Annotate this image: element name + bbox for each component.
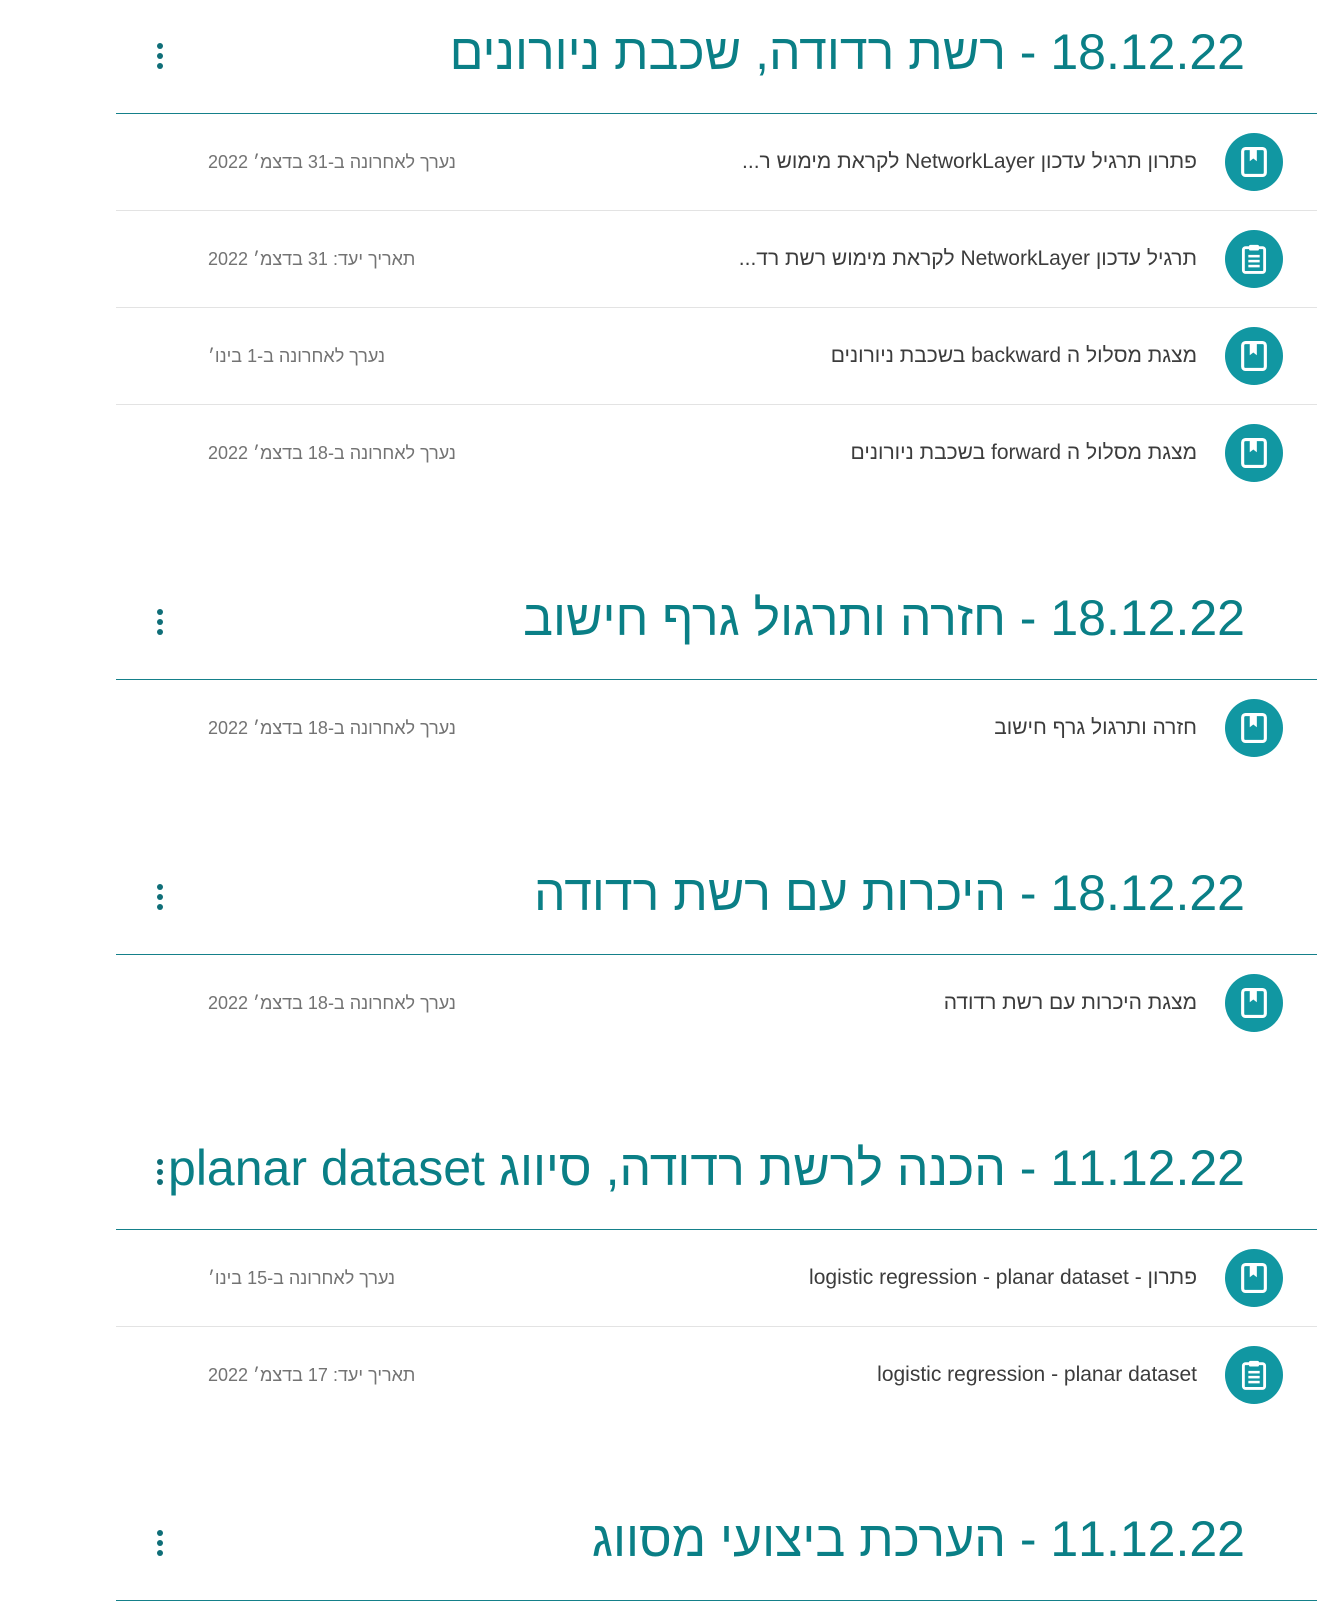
item-title[interactable]: תרגיל עדכון NetworkLayer לקראת מימוש רשת… xyxy=(739,244,1197,274)
topic-header: 18.12.22 - היכרות עם רשת רדודה xyxy=(116,841,1317,955)
classwork-item[interactable]: פתרון תרגיל עדכון NetworkLayer לקראת מימ… xyxy=(116,114,1317,211)
material-icon[interactable] xyxy=(1225,974,1283,1032)
item-meta: נערך לאחרונה ב-1 בינו׳ xyxy=(208,346,386,366)
item-title[interactable]: פתרון תרגיל עדכון NetworkLayer לקראת מימ… xyxy=(742,147,1197,177)
topic-section: 11.12.22 - הכנה לרשת רדודה, סיווג planar… xyxy=(116,1116,1317,1423)
more-options-icon[interactable] xyxy=(146,1154,174,1190)
topic-title: 18.12.22 - רשת רדודה, שכבת ניורונים xyxy=(449,24,1245,80)
topic-title: 18.12.22 - היכרות עם רשת רדודה xyxy=(534,865,1245,921)
more-options-icon[interactable] xyxy=(146,1525,174,1561)
item-meta: נערך לאחרונה ב-18 בדצמ׳ 2022 xyxy=(208,443,456,463)
more-options-icon[interactable] xyxy=(146,604,174,640)
material-icon[interactable] xyxy=(1225,699,1283,757)
classwork-item[interactable]: logistic regression - planar dataset תאר… xyxy=(116,1327,1317,1423)
topic-section: 18.12.22 - היכרות עם רשת רדודה מצגת היכר… xyxy=(116,841,1317,1051)
more-options-icon[interactable] xyxy=(146,38,174,74)
item-title[interactable]: חזרה ותרגול גרף חישוב xyxy=(994,713,1197,743)
item-meta: נערך לאחרונה ב-31 בדצמ׳ 2022 xyxy=(208,152,456,172)
item-meta: תאריך יעד: 31 בדצמ׳ 2022 xyxy=(208,249,416,269)
topic-section: 11.12.22 - הערכת ביצועי מסווג xyxy=(116,1487,1317,1601)
topic-title: 11.12.22 - הכנה לרשת רדודה, סיווג planar… xyxy=(168,1140,1245,1196)
more-options-icon[interactable] xyxy=(146,879,174,915)
item-meta: נערך לאחרונה ב-18 בדצמ׳ 2022 xyxy=(208,718,456,738)
topic-section: 18.12.22 - חזרה ותרגול גרף חישוב חזרה ות… xyxy=(116,566,1317,776)
topic-title: 11.12.22 - הערכת ביצועי מסווג xyxy=(591,1511,1245,1567)
classwork-item[interactable]: מצגת מסלול ה forward בשכבת ניורונים נערך… xyxy=(116,405,1317,501)
material-icon[interactable] xyxy=(1225,424,1283,482)
classwork-item[interactable]: תרגיל עדכון NetworkLayer לקראת מימוש רשת… xyxy=(116,211,1317,308)
material-icon[interactable] xyxy=(1225,1249,1283,1307)
topic-header: 11.12.22 - הכנה לרשת רדודה, סיווג planar… xyxy=(116,1116,1317,1230)
classwork-item[interactable]: פתרון - logistic regression - planar dat… xyxy=(116,1230,1317,1327)
classwork-item[interactable]: חזרה ותרגול גרף חישוב נערך לאחרונה ב-18 … xyxy=(116,680,1317,776)
material-icon[interactable] xyxy=(1225,133,1283,191)
item-title[interactable]: מצגת מסלול ה backward בשכבת ניורונים xyxy=(831,341,1197,371)
item-meta: נערך לאחרונה ב-18 בדצמ׳ 2022 xyxy=(208,993,456,1013)
item-meta: נערך לאחרונה ב-15 בינו׳ xyxy=(208,1268,396,1288)
classwork-item[interactable]: מצגת מסלול ה backward בשכבת ניורונים נער… xyxy=(116,308,1317,405)
item-title[interactable]: מצגת מסלול ה forward בשכבת ניורונים xyxy=(851,438,1197,468)
item-title[interactable]: מצגת היכרות עם רשת רדודה xyxy=(944,988,1197,1018)
item-title[interactable]: פתרון - logistic regression - planar dat… xyxy=(809,1263,1197,1293)
topic-header: 11.12.22 - הערכת ביצועי מסווג xyxy=(116,1487,1317,1601)
classwork-item[interactable]: מצגת היכרות עם רשת רדודה נערך לאחרונה ב-… xyxy=(116,955,1317,1051)
material-icon[interactable] xyxy=(1225,327,1283,385)
item-title[interactable]: logistic regression - planar dataset xyxy=(877,1360,1197,1390)
topic-header: 18.12.22 - חזרה ותרגול גרף חישוב xyxy=(116,566,1317,680)
topic-title: 18.12.22 - חזרה ותרגול גרף חישוב xyxy=(523,590,1245,646)
assignment-icon[interactable] xyxy=(1225,1346,1283,1404)
topic-header: 18.12.22 - רשת רדודה, שכבת ניורונים xyxy=(116,0,1317,114)
item-meta: תאריך יעד: 17 בדצמ׳ 2022 xyxy=(208,1365,416,1385)
assignment-icon[interactable] xyxy=(1225,230,1283,288)
topic-section: 18.12.22 - רשת רדודה, שכבת ניורונים פתרו… xyxy=(116,0,1317,501)
